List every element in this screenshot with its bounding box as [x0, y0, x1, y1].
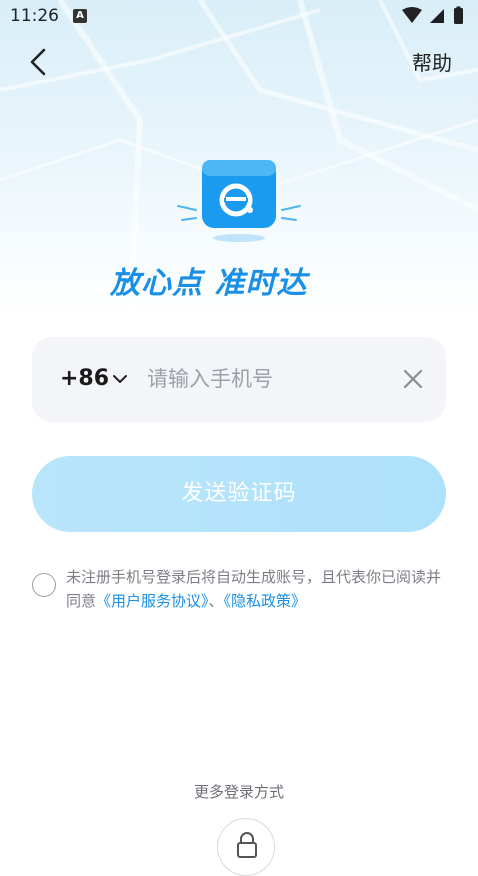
agreement-separator: 、	[208, 592, 224, 610]
wifi-icon	[402, 7, 422, 23]
password-login-button[interactable]	[217, 818, 275, 876]
help-link[interactable]: 帮助	[412, 47, 452, 76]
status-time: 11:26	[10, 6, 59, 26]
signal-icon	[430, 9, 444, 23]
status-icons	[402, 6, 463, 24]
privacy-policy-link[interactable]: 《隐私政策》	[224, 592, 307, 610]
chevron-left-icon	[30, 48, 46, 76]
agreement-text: 未注册手机号登录后将自动生成账号，且代表你已阅读并同意《用户服务协议》、《隐私政…	[66, 565, 446, 613]
clear-icon[interactable]	[402, 368, 424, 390]
status-bar: 11:26 A	[0, 0, 478, 34]
lock-icon	[237, 832, 257, 858]
phone-input-group: +86	[32, 337, 446, 422]
notification-icon: A	[73, 9, 87, 23]
app-logo	[168, 148, 310, 248]
battery-icon	[454, 8, 463, 24]
slogan-text: 放心点 准时达	[110, 266, 308, 301]
back-button[interactable]	[22, 42, 58, 82]
user-agreement-link[interactable]: 《用户服务协议》	[96, 592, 209, 610]
send-code-button[interactable]: 发送验证码	[32, 456, 446, 532]
slogan: 放心点 准时达	[110, 258, 368, 302]
agreement-checkbox[interactable]	[32, 573, 56, 597]
more-login-label: 更多登录方式	[193, 783, 284, 801]
chevron-down-icon[interactable]	[112, 371, 128, 387]
country-code-selector[interactable]: +86	[60, 366, 109, 391]
phone-input[interactable]	[147, 359, 387, 399]
eleme-logo-icon	[177, 160, 301, 242]
